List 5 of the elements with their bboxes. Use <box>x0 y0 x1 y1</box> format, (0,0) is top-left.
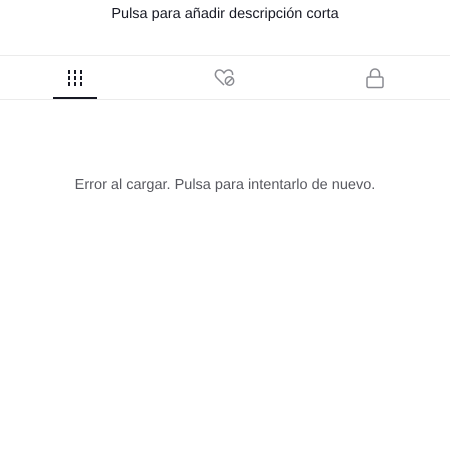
description-placeholder[interactable]: Pulsa para añadir descripción corta <box>111 6 339 22</box>
columns-icon <box>66 68 84 86</box>
error-message[interactable]: Error al cargar. Pulsa para intentarlo de nuevo. <box>74 177 376 193</box>
lock-icon <box>365 66 385 88</box>
heart-hidden-icon <box>214 68 236 88</box>
